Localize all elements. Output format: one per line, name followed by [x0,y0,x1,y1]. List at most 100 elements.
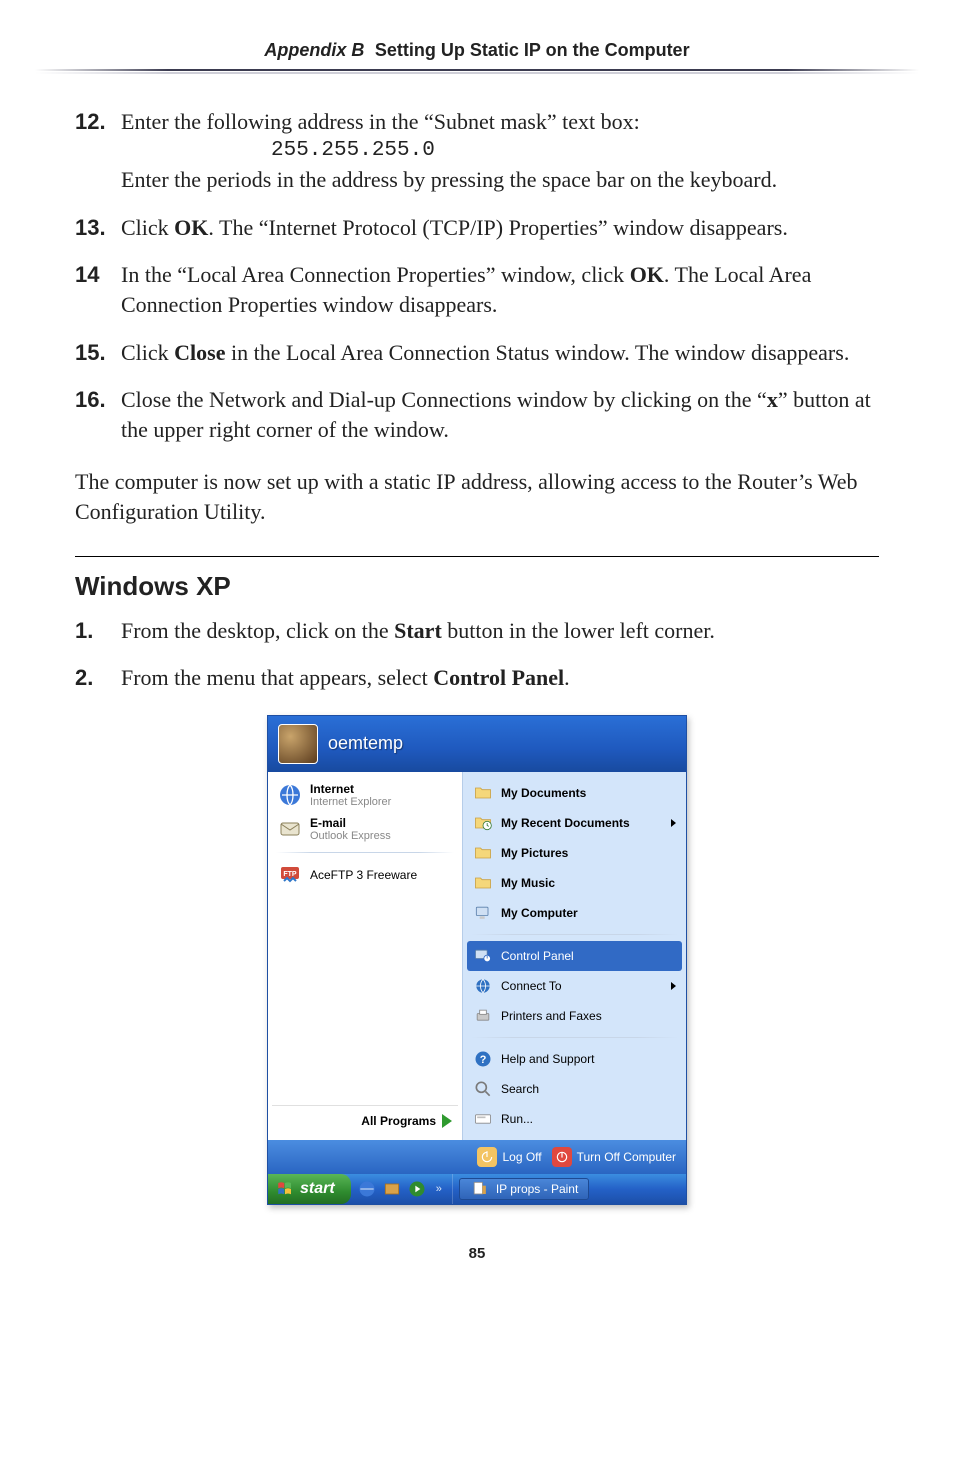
item-label: Internet [310,782,354,796]
computer-icon [473,903,493,923]
separator [276,852,454,853]
appendix-title: Setting Up Static IP on the Computer [375,40,690,60]
svg-text:?: ? [480,1054,487,1066]
folder-icon [473,873,493,893]
svg-text:FTP: FTP [283,871,297,878]
step-body: Click OK. The “Internet Protocol (TCP/IP… [121,213,879,243]
user-avatar[interactable] [278,724,318,764]
step-number: 1. [75,616,121,646]
taskbar: start » IP props - Paint [268,1174,686,1204]
media-player-icon[interactable] [407,1179,427,1199]
appendix-label: Appendix B [264,40,364,60]
my-recent-documents[interactable]: My Recent Documents [467,808,682,838]
username-label: oemtemp [328,733,403,754]
help-and-support[interactable]: ? Help and Support [467,1044,682,1074]
step-body: In the “Local Area Connection Properties… [121,260,879,319]
printer-icon [473,1006,493,1026]
printers-and-faxes[interactable]: Printers and Faxes [467,1001,682,1031]
steps-list-b: 1. From the desktop, click on the Start … [75,616,879,693]
control-panel-icon [473,946,493,966]
section-rule [75,556,879,557]
step-number: 14 [75,260,121,319]
help-icon: ? [473,1049,493,1069]
step-body: Close the Network and Dial-up Connection… [121,385,879,444]
step-text: Enter the following address in the “Subn… [121,109,640,134]
my-pictures[interactable]: My Pictures [467,838,682,868]
control-panel[interactable]: Control Panel [467,941,682,971]
item-label: Search [501,1082,539,1096]
windows-flag-icon [276,1180,294,1198]
step-b2: 2. From the menu that appears, select Co… [75,663,879,693]
start-button[interactable]: start [268,1174,351,1204]
step-14: 14 In the “Local Area Connection Propert… [75,260,879,319]
logoff-icon [477,1147,497,1167]
quick-launch: » [351,1174,453,1204]
item-label: Help and Support [501,1052,594,1066]
item-label: My Documents [501,786,586,800]
task-label: IP props - Paint [496,1182,579,1196]
connect-to[interactable]: Connect To [467,971,682,1001]
step-body: Enter the following address in the “Subn… [121,107,879,195]
folder-clock-icon [473,813,493,833]
ftp-icon: FTP [278,863,302,887]
my-music[interactable]: My Music [467,868,682,898]
my-computer[interactable]: My Computer [467,898,682,928]
show-desktop-icon[interactable] [382,1179,402,1199]
step-number: 16. [75,385,121,444]
item-label: Connect To [501,979,562,993]
separator [471,1037,678,1038]
ie-icon[interactable] [357,1179,377,1199]
step-number: 13. [75,213,121,243]
section-heading: Windows XP [75,571,879,602]
taskbar-task[interactable]: IP props - Paint [459,1178,590,1200]
item-label: Run... [501,1112,533,1126]
step-12: 12. Enter the following address in the “… [75,107,879,195]
item-label: E-mail [310,816,346,830]
all-programs[interactable]: All Programs [272,1105,458,1136]
turn-off-button[interactable]: Turn Off Computer [552,1147,676,1167]
item-label: Printers and Faxes [501,1009,602,1023]
pinned-internet[interactable]: Internet Internet Explorer [272,778,458,812]
power-icon [552,1147,572,1167]
my-documents[interactable]: My Documents [467,778,682,808]
quick-launch-overflow[interactable]: » [432,1183,446,1195]
item-label: Turn Off Computer [577,1150,676,1164]
run-icon [473,1109,493,1129]
page-number: 85 [75,1245,879,1262]
flow-paragraph: The computer is now set up with a static… [75,467,879,528]
item-label: My Recent Documents [501,816,630,830]
step-16: 16. Close the Network and Dial-up Connec… [75,385,879,444]
screenshot: oemtemp Internet Internet Explorer [75,715,879,1205]
item-label: My Music [501,876,555,890]
start-menu-right: My Documents My Recent Documents My Pict… [463,772,686,1140]
step-body: From the menu that appears, select Contr… [121,663,879,693]
pinned-email[interactable]: E-mail Outlook Express [272,812,458,846]
log-off-button[interactable]: Log Off [477,1147,541,1167]
step-body: From the desktop, click on the Start but… [121,616,879,646]
mru-aceftp[interactable]: FTP AceFTP 3 Freeware [272,859,458,891]
search[interactable]: Search [467,1074,682,1104]
start-menu: oemtemp Internet Internet Explorer [267,715,687,1205]
step-text: Enter the periods in the address by pres… [121,167,777,192]
item-label: AceFTP 3 Freeware [310,868,417,882]
run[interactable]: Run... [467,1104,682,1134]
step-number: 2. [75,663,121,693]
paint-icon [470,1179,490,1199]
search-icon [473,1079,493,1099]
item-label: My Computer [501,906,578,920]
mail-icon [278,817,302,841]
step-number: 12. [75,107,121,195]
start-menu-footer: Log Off Turn Off Computer [268,1140,686,1174]
start-menu-header: oemtemp [268,716,686,772]
folder-icon [473,783,493,803]
item-sub: Outlook Express [310,830,391,842]
triangle-icon [442,1114,452,1128]
item-label: Control Panel [501,949,574,963]
ie-icon [278,783,302,807]
item-label: All Programs [361,1114,436,1128]
step-15: 15. Click Close in the Local Area Connec… [75,338,879,368]
item-label: My Pictures [501,846,568,860]
separator [471,934,678,935]
item-label: Log Off [502,1150,541,1164]
submenu-arrow-icon [671,982,676,990]
